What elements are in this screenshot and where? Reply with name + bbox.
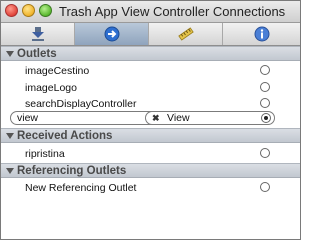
referencing-outlet-label: New Referencing Outlet (25, 182, 137, 194)
disclosure-triangle-icon[interactable] (6, 51, 14, 57)
action-label: ripristina (25, 148, 65, 160)
section-outlets[interactable]: Outlets (1, 46, 300, 61)
outlet-row: imageLogo (1, 80, 300, 96)
outlet-row: searchDisplayController (1, 96, 300, 112)
connection-target-label: View (167, 112, 190, 124)
action-row: ripristina (1, 146, 300, 162)
outlet-label: imageCestino (25, 65, 90, 77)
section-title: Referencing Outlets (17, 165, 127, 177)
connection-circle-icon[interactable] (260, 98, 270, 108)
connection-circle-icon[interactable] (260, 65, 270, 75)
section-received-actions[interactable]: Received Actions (1, 128, 300, 143)
outlet-label: searchDisplayController (25, 98, 137, 110)
connected-circle-icon[interactable] (261, 113, 271, 123)
tab-identity[interactable] (223, 23, 300, 45)
inspector-window: Trash App View Controller Connections Ou… (0, 0, 301, 240)
identity-inspector-icon (254, 26, 269, 42)
connections-inspector-icon (104, 26, 119, 42)
connection-target-pill[interactable]: ✖ View (145, 111, 275, 125)
tab-size[interactable] (149, 23, 223, 45)
window-title: Trash App View Controller Connections (59, 4, 286, 19)
disclosure-triangle-icon[interactable] (6, 168, 14, 174)
connection-circle-icon[interactable] (260, 182, 270, 192)
title-bar[interactable]: Trash App View Controller Connections (1, 1, 300, 23)
disconnect-x-icon[interactable]: ✖ (152, 114, 161, 123)
attributes-inspector-icon (31, 27, 44, 41)
outlet-label: imageLogo (25, 82, 77, 94)
close-button[interactable] (5, 4, 18, 17)
connection-source-label: view (17, 112, 39, 124)
disclosure-triangle-icon[interactable] (6, 133, 14, 139)
tab-connections[interactable] (75, 23, 149, 45)
size-inspector-icon (177, 27, 194, 41)
connection-circle-icon[interactable] (260, 82, 270, 92)
section-title: Received Actions (17, 130, 113, 142)
tab-attributes[interactable] (1, 23, 75, 45)
referencing-outlet-row: New Referencing Outlet (1, 180, 300, 196)
section-referencing-outlets[interactable]: Referencing Outlets (1, 163, 300, 178)
connection-source-pill[interactable]: view (10, 111, 158, 125)
inspector-tab-bar (1, 23, 300, 46)
outlet-row: imageCestino (1, 63, 300, 79)
zoom-button[interactable] (39, 4, 52, 17)
connection-circle-icon[interactable] (260, 148, 270, 158)
connected-outlet-row: view ✖ View (1, 111, 300, 127)
minimize-button[interactable] (22, 4, 35, 17)
section-title: Outlets (17, 48, 57, 60)
